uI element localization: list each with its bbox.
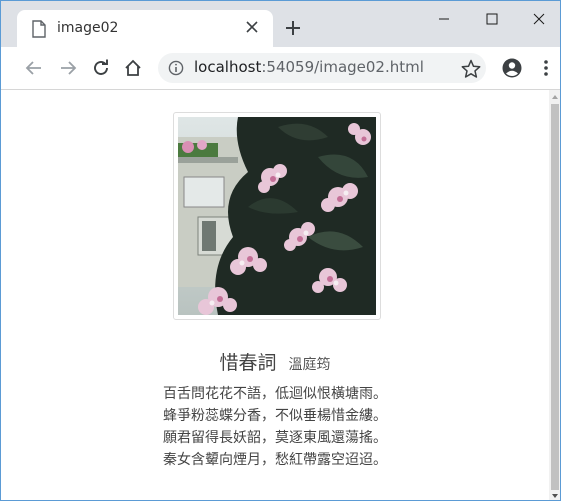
scroll-down-icon[interactable]	[551, 492, 559, 500]
vertical-scrollbar[interactable]	[549, 90, 560, 500]
plus-icon[interactable]	[283, 18, 303, 38]
star-icon[interactable]	[460, 58, 482, 80]
photo-frame	[173, 112, 381, 320]
url-host: localhost	[194, 58, 262, 76]
window-close-icon[interactable]	[516, 1, 561, 37]
poem-body: 百舌問花花不語，低迴似恨橫塘雨。 蜂爭粉蕊蝶分香，不似垂楊惜金縷。 願君留得長妖…	[1, 383, 549, 471]
kebab-menu-icon[interactable]	[535, 57, 557, 79]
back-arrow-icon[interactable]	[23, 57, 45, 79]
poem-line: 蜂爭粉蕊蝶分香，不似垂楊惜金縷。	[163, 408, 387, 424]
minimize-icon[interactable]	[421, 1, 467, 37]
tab-title: image02	[57, 20, 119, 36]
poem-heading: 惜春詞 溫庭筠	[1, 348, 549, 375]
poem-line: 願君留得長妖韶，莫逐東風還蕩搖。	[163, 430, 387, 446]
account-icon[interactable]	[501, 57, 523, 79]
reload-icon[interactable]	[90, 57, 112, 79]
toolbar: localhost:54059/image02.html	[1, 47, 560, 90]
url-text[interactable]: localhost:54059/image02.html	[194, 58, 424, 76]
browser-window: image02 localhost:54059/image02.html 惜春詞…	[0, 0, 561, 501]
info-icon[interactable]	[168, 60, 184, 76]
forward-arrow-icon[interactable]	[57, 57, 79, 79]
poem-author: 溫庭筠	[288, 357, 331, 373]
url-path: :54059/image02.html	[261, 58, 424, 76]
poem-line: 秦女含顰向煙月，愁紅帶露空迢迢。	[163, 452, 387, 468]
page-icon	[32, 20, 46, 38]
scroll-thumb[interactable]	[551, 104, 559, 490]
close-icon[interactable]	[243, 18, 261, 36]
poem-line: 百舌問花花不語，低迴似恨橫塘雨。	[163, 386, 387, 402]
scroll-up-icon[interactable]	[551, 93, 559, 101]
home-icon[interactable]	[122, 57, 144, 79]
poem-title: 惜春詞	[219, 352, 277, 374]
maximize-icon[interactable]	[469, 1, 515, 37]
tab-image02[interactable]: image02	[17, 10, 273, 47]
tab-strip: image02	[1, 1, 560, 47]
page-content: 惜春詞 溫庭筠 百舌問花花不語，低迴似恨橫塘雨。 蜂爭粉蕊蝶分香，不似垂楊惜金縷。…	[1, 90, 549, 500]
address-bar[interactable]: localhost:54059/image02.html	[158, 53, 486, 83]
flower-image	[178, 117, 376, 315]
flower-photo	[178, 117, 376, 315]
